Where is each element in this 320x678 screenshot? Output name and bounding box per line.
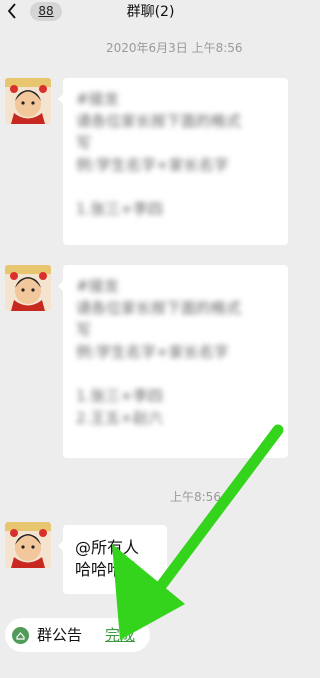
message-line: 2.王五+赵六 [76,409,163,427]
message-line: 请各位家长按下面的格式 [76,112,242,130]
message-text: #接龙 请各位家长按下面的格式 写 例:学生名字+家长名字 1.张三+李四 [76,88,241,220]
message-line: @所有人 [75,538,140,557]
avatar[interactable] [5,522,51,568]
message-line: 请各位家长按下面的格式 [76,299,242,317]
message-line: 写 [76,134,92,152]
message-line: 1.张三+李四 [76,387,163,405]
avatar[interactable] [5,265,51,311]
page-title: 群聊(2) [126,4,175,20]
group-notice-icon [12,627,29,644]
message-line: #接龙 [76,90,119,108]
avatar[interactable] [5,78,51,124]
nav-bar: 88 群聊(2) [0,0,301,28]
bottom-bar: 群公告 完成 [0,608,301,678]
message-line: 1.张三+李四 [76,200,163,218]
message-text: #接龙 请各位家长按下面的格式 写 例:学生名字+家长名字 1.张三+李四 2.… [76,275,241,429]
message-bubble[interactable]: @所有人 哈哈哈哈 [58,525,167,594]
message-line: 例:学生名字+家长名字 [76,156,229,174]
group-notice-label: 群公告 [37,626,83,644]
message-line: 例:学生名字+家长名字 [76,343,229,361]
message-line: 哈哈哈哈 [75,560,140,579]
time-separator: 上午8:56 [170,490,221,504]
date-separator: 2020年6月3日 上午8:56 [106,41,243,55]
group-notice-bar[interactable]: 群公告 完成 [5,618,150,652]
message-line: 写 [76,321,92,339]
done-button[interactable]: 完成 [105,625,135,645]
message-bubble[interactable]: #接龙 请各位家长按下面的格式 写 例:学生名字+家长名字 1.张三+李四 2.… [58,265,288,458]
message-text: @所有人 哈哈哈哈 [75,537,139,581]
message-bubble[interactable]: #接龙 请各位家长按下面的格式 写 例:学生名字+家长名字 1.张三+李四 [58,78,288,245]
message-line: #接龙 [76,277,119,295]
